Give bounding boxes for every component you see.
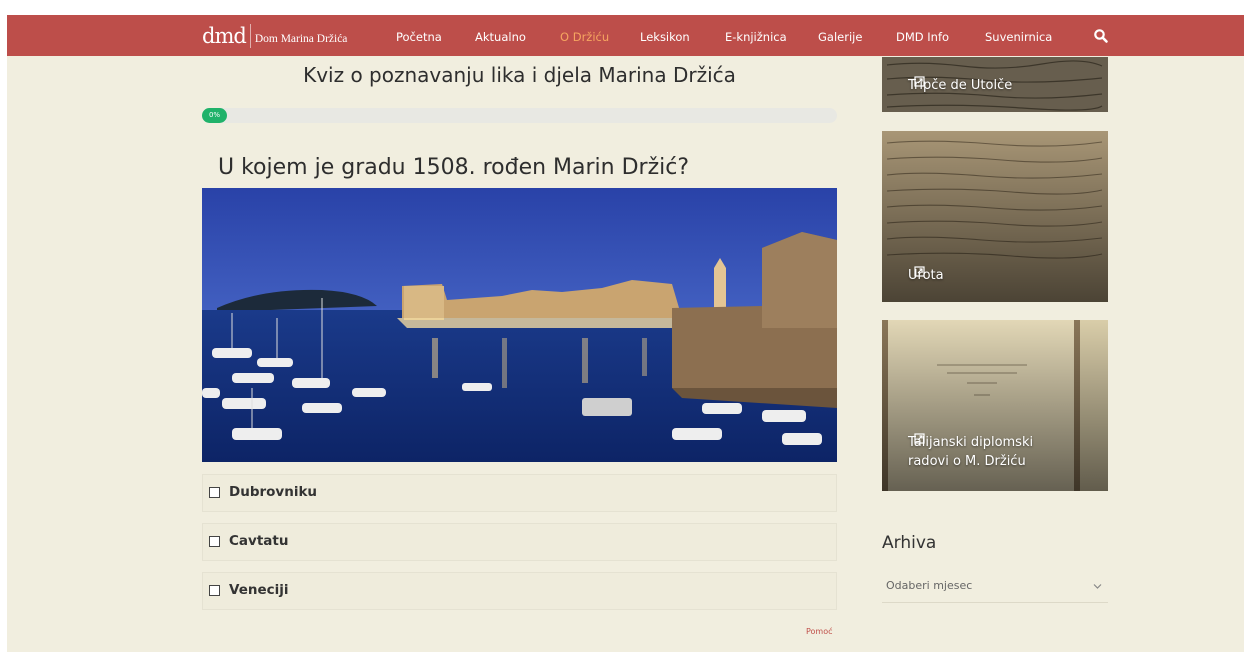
answer-label: Cavtatu — [229, 533, 289, 549]
logo-divider — [249, 24, 251, 48]
question-text: U kojem je gradu 1508. rođen Marin Držić… — [218, 155, 690, 180]
progress-bar: 0% — [202, 108, 837, 123]
answer-checkbox[interactable] — [209, 585, 220, 596]
nav-item-aktualno[interactable]: Aktualno — [475, 30, 526, 44]
nav-item-pocetna[interactable]: Početna — [396, 30, 442, 44]
sidebar-card-tripce[interactable]: Tripče de Utolče — [882, 57, 1108, 112]
quiz-title: Kviz o poznavanju lika i djela Marina Dr… — [303, 63, 736, 87]
external-link-icon — [914, 266, 925, 277]
top-navigation-bar — [7, 15, 1244, 56]
nav-item-o-drzicu[interactable]: O Držiću — [560, 30, 609, 44]
help-link[interactable]: Pomoć — [806, 627, 833, 636]
answer-label: Dubrovniku — [229, 484, 318, 500]
answer-label: Veneciji — [229, 582, 289, 598]
search-icon[interactable] — [1093, 28, 1109, 44]
answer-option-1[interactable]: Dubrovniku — [202, 474, 837, 512]
logo-mark: dmd — [202, 23, 247, 48]
nav-item-galerije[interactable]: Galerije — [818, 30, 862, 44]
card-label: Talijanski diplomski radovi o M. Držiću — [908, 433, 1034, 469]
nav-item-suvenirnica[interactable]: Suvenirnica — [985, 30, 1052, 44]
card-label: Tripče de Utolče — [908, 76, 1013, 93]
answer-option-3[interactable]: Veneciji — [202, 572, 837, 610]
site-logo[interactable]: dmd Dom Marina Držića — [202, 23, 347, 49]
archive-heading: Arhiva — [882, 533, 937, 553]
answer-checkbox[interactable] — [209, 536, 220, 547]
external-link-icon — [914, 76, 925, 87]
nav-item-dmd-info[interactable]: DMD Info — [896, 30, 949, 44]
archive-month-select[interactable]: Odaberi mjesec — [882, 574, 1108, 603]
progress-fill: 0% — [202, 108, 227, 123]
archive-select-value: Odaberi mjesec — [886, 579, 973, 592]
question-image — [202, 188, 837, 462]
sidebar-card-talijanski[interactable]: Talijanski diplomski radovi o M. Držiću — [882, 320, 1108, 491]
external-link-icon — [914, 433, 925, 444]
answer-option-2[interactable]: Cavtatu — [202, 523, 837, 561]
nav-item-leksikon[interactable]: Leksikon — [640, 30, 690, 44]
logo-name: Dom Marina Držića — [254, 32, 348, 45]
card-label: Urota — [908, 266, 944, 283]
chevron-down-icon — [1093, 584, 1102, 589]
nav-item-e-knjiznica[interactable]: E-knjižnica — [725, 30, 787, 44]
sidebar-card-urota[interactable]: Urota — [882, 131, 1108, 302]
answer-checkbox[interactable] — [209, 487, 220, 498]
